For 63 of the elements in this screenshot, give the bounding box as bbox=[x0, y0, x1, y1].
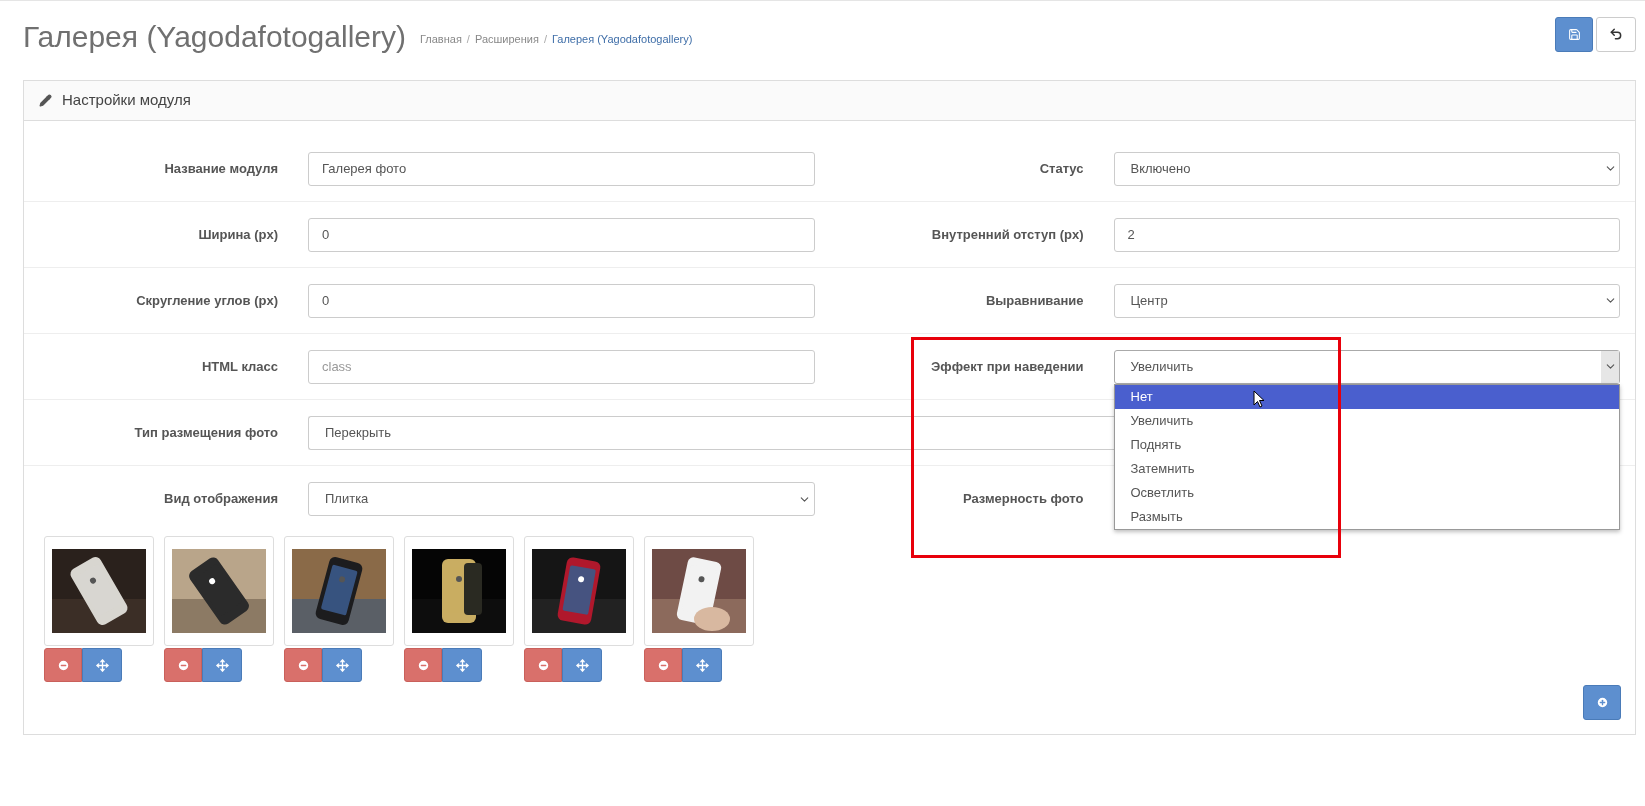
field-label: Вид отображения bbox=[163, 490, 278, 509]
plus-circle-icon bbox=[1595, 696, 1609, 709]
text-field[interactable]: 2 bbox=[1113, 217, 1620, 252]
page-title: Галерея (Yagodafotogallery) bbox=[23, 18, 406, 55]
dropdown-option[interactable]: Нет bbox=[1114, 384, 1619, 409]
remove-button[interactable] bbox=[284, 648, 322, 682]
move-button[interactable] bbox=[322, 648, 362, 682]
field-label: Тип размещения фото bbox=[133, 423, 278, 442]
select-field[interactable]: Центр bbox=[1113, 283, 1620, 318]
breadcrumb-separator: / bbox=[465, 31, 471, 47]
text-field[interactable]: 0 bbox=[308, 283, 815, 318]
minus-circle-icon bbox=[56, 658, 70, 672]
dropdown-option[interactable]: Размыть bbox=[1114, 504, 1619, 529]
breadcrumb-link[interactable]: Расширения bbox=[474, 30, 539, 48]
field-label: Выравнивание bbox=[984, 291, 1084, 310]
field-label: Ширина (px) bbox=[197, 225, 278, 244]
pencil-icon bbox=[39, 94, 52, 107]
minus-circle-icon bbox=[416, 658, 430, 672]
minus-circle-icon bbox=[536, 658, 550, 672]
move-button[interactable] bbox=[562, 648, 602, 682]
remove-button[interactable] bbox=[44, 648, 82, 682]
select-field[interactable]: Увеличить bbox=[1113, 349, 1620, 384]
breadcrumb-separator: / bbox=[542, 31, 548, 47]
cursor-icon bbox=[1252, 389, 1265, 408]
text-field[interactable]: class bbox=[308, 349, 815, 384]
back-button[interactable] bbox=[1596, 16, 1636, 52]
add-button[interactable] bbox=[1583, 685, 1621, 720]
back-icon bbox=[1609, 27, 1623, 41]
dropdown-option[interactable]: Затемнить bbox=[1114, 456, 1619, 481]
select-field[interactable]: Плитка bbox=[308, 482, 815, 516]
move-icon bbox=[695, 658, 709, 672]
field-label: Название модуля bbox=[163, 159, 278, 178]
dropdown-option[interactable]: Осветлить bbox=[1114, 480, 1619, 505]
move-button[interactable] bbox=[202, 648, 242, 682]
remove-button[interactable] bbox=[164, 648, 202, 682]
move-button[interactable] bbox=[442, 648, 482, 682]
breadcrumb-link[interactable]: Главная bbox=[420, 30, 462, 48]
move-icon bbox=[455, 658, 469, 672]
save-button[interactable] bbox=[1555, 16, 1593, 52]
text-field[interactable]: Галерея фото bbox=[308, 151, 815, 186]
move-icon bbox=[335, 658, 349, 672]
minus-circle-icon bbox=[296, 658, 310, 672]
field-label: Эффект при наведении bbox=[930, 357, 1084, 376]
move-icon bbox=[215, 658, 229, 672]
field-label: HTML класс bbox=[200, 357, 278, 376]
remove-button[interactable] bbox=[644, 648, 682, 682]
field-label: Размерность фото bbox=[961, 490, 1084, 509]
move-button[interactable] bbox=[82, 648, 122, 682]
field-label: Статус bbox=[1038, 159, 1084, 178]
move-button[interactable] bbox=[682, 648, 722, 682]
remove-button[interactable] bbox=[524, 648, 562, 682]
text-field[interactable]: 0 bbox=[308, 217, 815, 252]
move-icon bbox=[95, 658, 109, 672]
minus-circle-icon bbox=[176, 658, 190, 672]
field-label: Скругление углов (px) bbox=[135, 291, 278, 310]
breadcrumb-link[interactable]: Галерея (Yagodafotogallery) bbox=[551, 30, 693, 48]
field-label: Внутренний отступ (px) bbox=[930, 225, 1084, 244]
remove-button[interactable] bbox=[404, 648, 442, 682]
panel-title: Настройки модуля bbox=[62, 90, 191, 111]
save-icon bbox=[1567, 27, 1581, 41]
select-field[interactable]: Включено bbox=[1113, 151, 1620, 186]
move-icon bbox=[575, 658, 589, 672]
minus-circle-icon bbox=[656, 658, 670, 672]
